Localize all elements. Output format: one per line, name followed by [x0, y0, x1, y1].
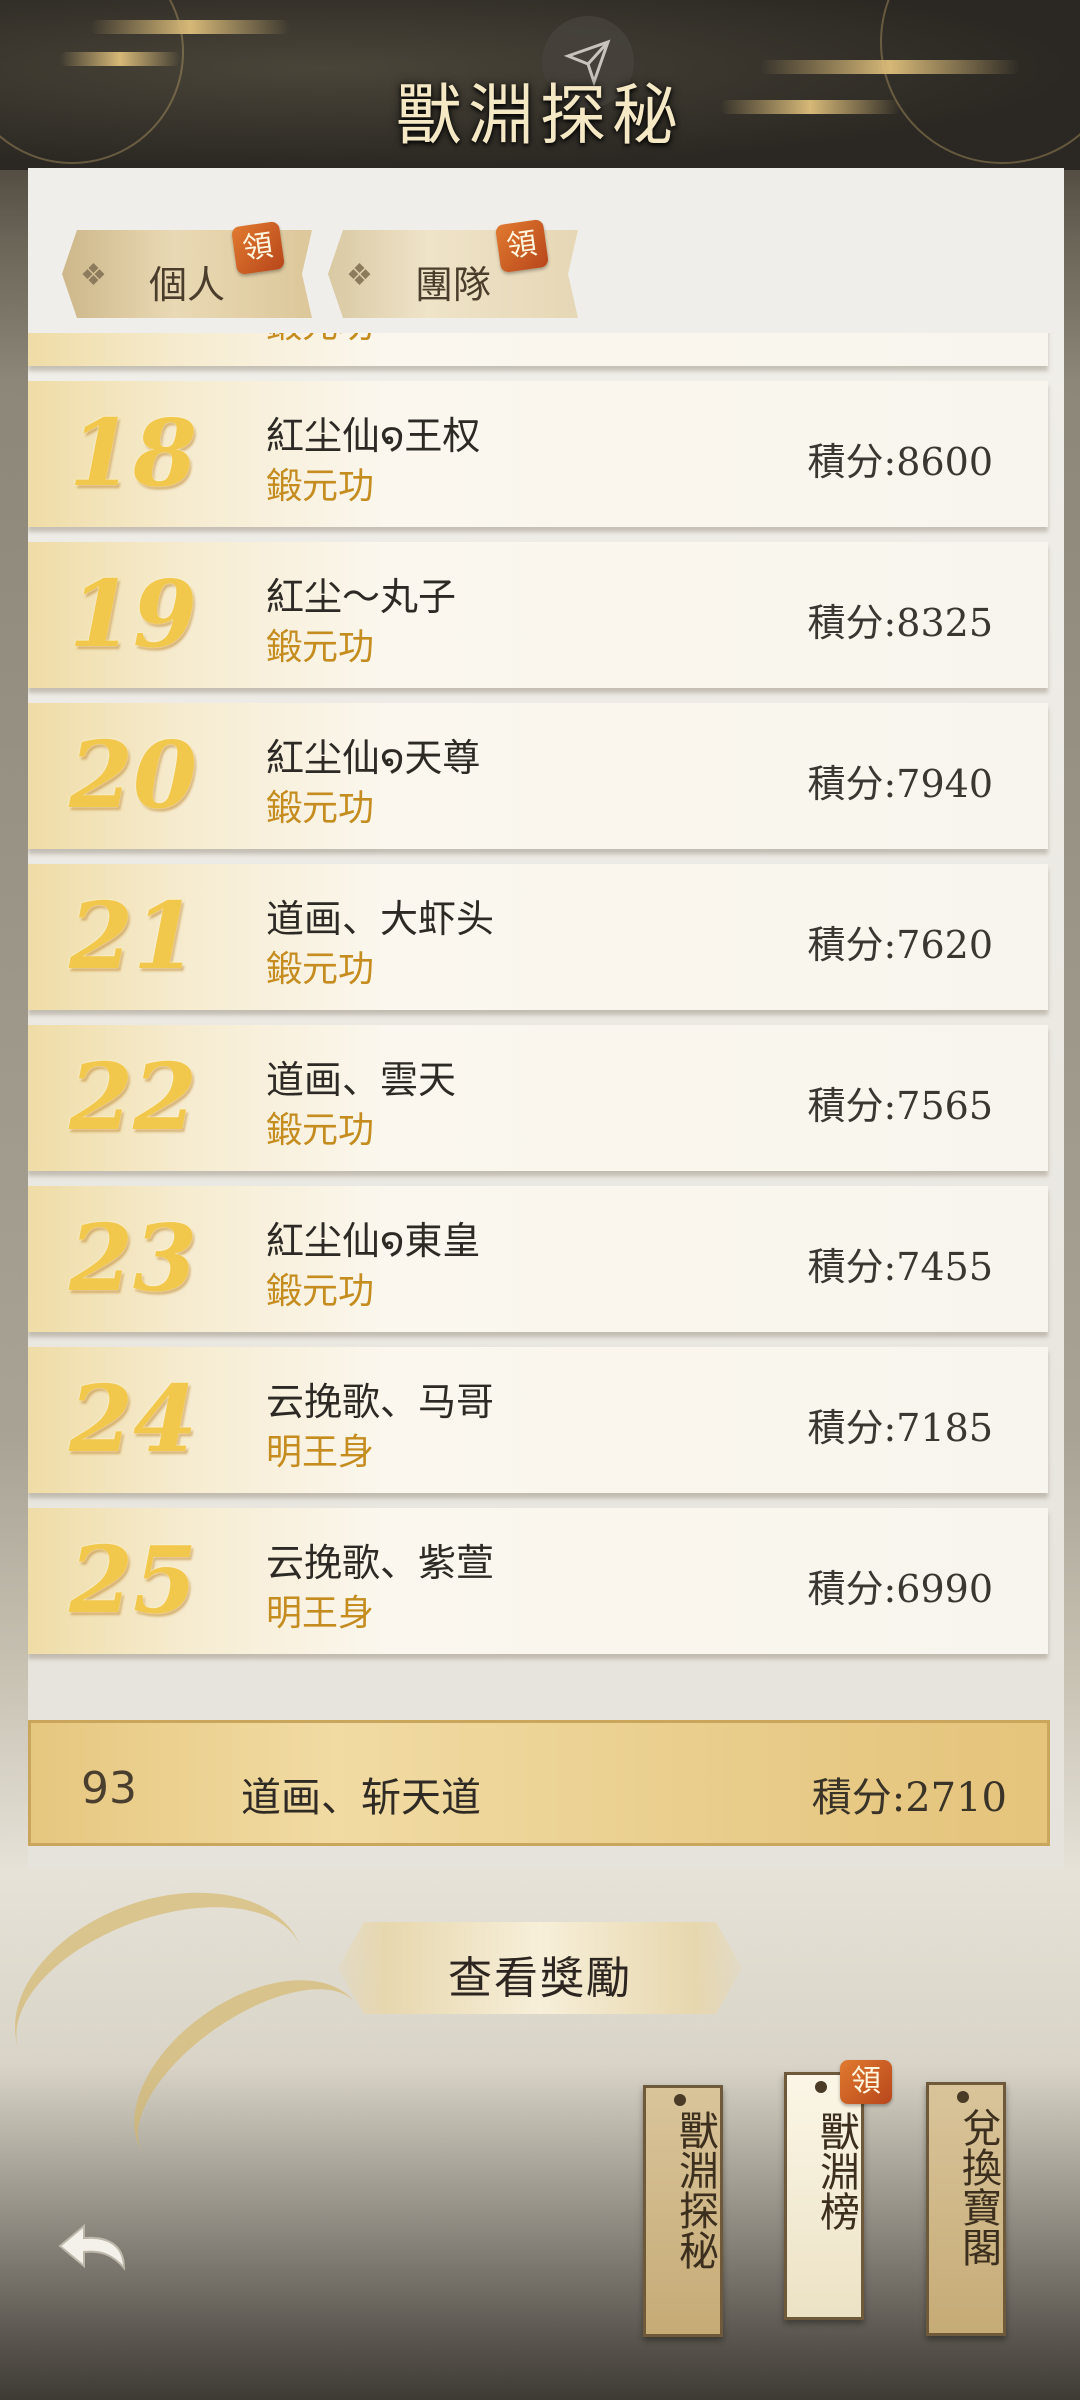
rank-row[interactable]: 18 紅尘仙໑王权 鍛元功 積分:8600 — [28, 381, 1048, 527]
player-name: 紅尘仙໑王权 — [266, 414, 481, 458]
rank-number: 24 — [68, 1365, 198, 1473]
tag-hole — [957, 2091, 969, 2103]
player-title: 明王身 — [266, 1593, 375, 1634]
my-rank-name: 道画、斩天道 — [241, 1775, 481, 1821]
tag-beast-abyss[interactable]: 獸淵探秘 — [643, 2085, 723, 2337]
rank-number: 20 — [68, 721, 198, 829]
player-name: 紅尘仙໑東皇 — [266, 1219, 481, 1263]
player-title: 鍛元功 — [266, 1110, 375, 1151]
rank-number: 25 — [68, 1526, 198, 1634]
rank-number: 22 — [68, 1043, 198, 1151]
rank-row[interactable]: 21 道画、大虾头 鍛元功 積分:7620 — [28, 864, 1048, 1010]
tag-beast-ranking[interactable]: 獸淵榜 — [784, 2072, 864, 2320]
player-score: 積分:8325 — [807, 601, 993, 645]
ranking-list[interactable]: 17紅尘〜客栈鍛元功積分:928018紅尘仙໑王权鍛元功積分:860019紅尘〜… — [28, 333, 1064, 1857]
player-score: 積分:7565 — [807, 1084, 993, 1128]
rank-row[interactable]: 24 云挽歌、马哥 明王身 積分:7185 — [28, 1347, 1048, 1493]
my-rank-number: 93 — [81, 1763, 137, 1814]
player-title: 明王身 — [266, 1432, 375, 1473]
ranking-panel: ❖ 個人 ❖ 團隊 領 領 17紅尘〜客栈鍛元功積分:928018紅尘仙໑王权鍛… — [28, 168, 1064, 1868]
rank-row[interactable]: 25 云挽歌、紫萱 明王身 積分:6990 — [28, 1508, 1048, 1654]
my-rank-row: 93 道画、斩天道 積分:2710 — [28, 1720, 1050, 1846]
rank-number: 17 — [58, 333, 208, 346]
rank-row[interactable]: 17紅尘〜客栈鍛元功積分:9280 — [28, 333, 1048, 366]
rank-number: 23 — [68, 1204, 198, 1312]
view-rewards-label: 查看獎勵 — [448, 1953, 632, 2004]
tag-hole — [815, 2081, 827, 2093]
claim-badge: 領 — [840, 2060, 892, 2104]
claim-badge: 領 — [494, 218, 550, 274]
player-score: 積分:7185 — [807, 1406, 993, 1450]
tag-label: 獸淵榜 — [813, 2111, 859, 2231]
player-title: 鍛元功 — [266, 788, 375, 829]
player-name: 紅尘仙໑天尊 — [266, 736, 481, 780]
player-score: 積分:6990 — [807, 1567, 993, 1611]
back-button[interactable] — [52, 2218, 142, 2288]
rank-row[interactable]: 20 紅尘仙໑天尊 鍛元功 積分:7940 — [28, 703, 1048, 849]
player-name: 云挽歌、马哥 — [266, 1380, 495, 1424]
tag-label: 兌換寶閣 — [955, 2107, 1001, 2267]
tag-label: 獸淵探秘 — [672, 2110, 718, 2270]
view-rewards-button[interactable]: 查看獎勵 — [337, 1922, 743, 2014]
page-title: 獸淵探秘 — [396, 77, 684, 154]
player-name: 道画、雲天 — [266, 1058, 457, 1102]
rank-row[interactable]: 22 道画、雲天鍛元功 積分:7565 — [28, 1025, 1048, 1171]
back-arrow-icon — [58, 2223, 126, 2271]
player-name: 云挽歌、紫萱 — [266, 1541, 495, 1585]
tag-exchange-shop[interactable]: 兌換寶閣 — [926, 2082, 1006, 2336]
player-score: 積分:8600 — [807, 440, 993, 484]
player-title: 鍛元功 — [266, 1271, 375, 1312]
my-rank-score: 積分:2710 — [811, 1775, 1007, 1821]
claim-badge: 領 — [230, 220, 286, 276]
player-title: 鍛元功 — [266, 627, 375, 668]
player-title: 鍛元功 — [266, 466, 375, 507]
player-title: 鍛元功 — [266, 333, 374, 348]
player-title: 鍛元功 — [266, 949, 375, 990]
rank-row[interactable]: 19 紅尘〜丸子鍛元功 積分:8325 — [28, 542, 1048, 688]
tab-bar: ❖ 個人 ❖ 團隊 領 領 — [28, 168, 1064, 333]
rank-number: 18 — [68, 399, 198, 507]
rank-row[interactable]: 23 紅尘仙໑東皇 鍛元功 積分:7455 — [28, 1186, 1048, 1332]
tag-hole — [674, 2094, 686, 2106]
player-score: 積分:7455 — [807, 1245, 993, 1289]
header-banner: 獸淵探秘 — [0, 0, 1080, 170]
player-score: 積分:7940 — [807, 762, 993, 806]
rank-number: 21 — [68, 882, 198, 990]
rank-number: 19 — [68, 560, 198, 668]
player-score: 積分:7620 — [807, 923, 993, 967]
player-name: 道画、大虾头 — [266, 897, 495, 941]
player-name: 紅尘〜丸子 — [266, 575, 457, 619]
cloud-decoration — [90, 20, 290, 34]
